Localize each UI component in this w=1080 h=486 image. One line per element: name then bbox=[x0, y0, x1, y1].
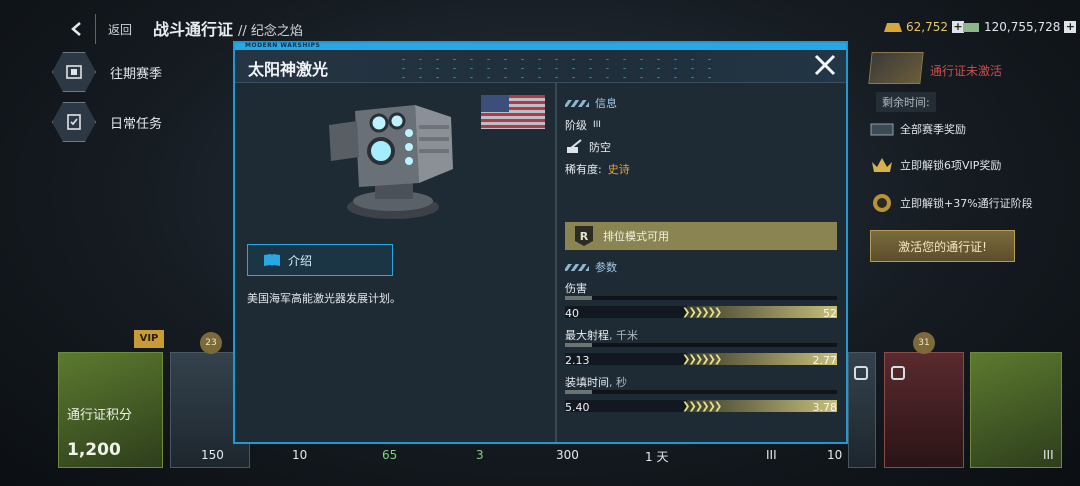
item-stats-panel: 信息 阶级 III 防空 稀有度: 史诗 R 排位模式可用 参数 伤害 ❯❯❯❯… bbox=[557, 83, 846, 442]
reward-value: III bbox=[766, 448, 777, 462]
activate-pass-button[interactable]: 激活您的通行证! bbox=[870, 230, 1015, 262]
page-subtitle: // 纪念之焰 bbox=[238, 24, 303, 39]
dialog-header: MODERN WARSHIPS 太阳神激光 bbox=[235, 42, 846, 83]
chevrons-icon: ❯❯❯❯❯❯ bbox=[682, 354, 722, 365]
back-label[interactable]: 返回 bbox=[108, 21, 132, 38]
level-badge: 23 bbox=[200, 332, 222, 354]
reward-value: 300 bbox=[556, 448, 579, 462]
daily-tasks-label: 日常任务 bbox=[110, 116, 163, 132]
item-detail-dialog: MODERN WARSHIPS 太阳神激光 介绍 美国海军高能激光器发展计划。 … bbox=[233, 41, 848, 444]
remaining-time-label: 剩余时间: bbox=[876, 92, 936, 112]
dialog-title: 太阳神激光 bbox=[248, 60, 329, 79]
param-base-value: 5.40 bbox=[565, 401, 590, 414]
brand-text: MODERN WARSHIPS bbox=[245, 42, 321, 49]
lock-icon bbox=[891, 366, 905, 380]
stripes-icon bbox=[565, 263, 589, 271]
brand-strip: MODERN WARSHIPS bbox=[235, 42, 846, 50]
param-track bbox=[565, 390, 837, 394]
back-button[interactable] bbox=[58, 14, 96, 44]
param-track bbox=[565, 343, 837, 347]
info-section-title: 信息 bbox=[595, 97, 617, 110]
params-section-title: 参数 bbox=[595, 261, 617, 274]
chevrons-icon: ❯❯❯❯❯❯ bbox=[682, 307, 722, 318]
past-seasons-label: 往期赛季 bbox=[110, 66, 163, 82]
level-badge: 31 bbox=[913, 332, 935, 354]
reward-label: 全部赛季奖励 bbox=[900, 123, 966, 136]
rarity-row: 稀有度: 史诗 bbox=[565, 161, 630, 177]
gold-amount: 62,752 bbox=[906, 20, 948, 34]
reward-value: III bbox=[1043, 448, 1054, 462]
archive-icon bbox=[52, 52, 96, 92]
ticket-icon bbox=[870, 123, 894, 136]
reward-vip: 立即解锁6项VIP奖励 bbox=[870, 154, 1001, 176]
reward-label: 立即解锁6项VIP奖励 bbox=[900, 159, 1002, 172]
sparkle-decoration bbox=[395, 55, 725, 79]
cash-amount: 120,755,728 bbox=[984, 20, 1061, 34]
chevron-left-icon bbox=[70, 22, 81, 36]
item-preview-panel: 介绍 美国海军高能激光器发展计划。 bbox=[235, 83, 555, 442]
usa-flag-icon bbox=[481, 95, 545, 129]
param-upgrade-bar: ❯❯❯❯❯❯ bbox=[565, 353, 837, 365]
reward-value: 3 bbox=[476, 448, 484, 462]
reward-all-season: 全部赛季奖励 bbox=[870, 118, 966, 140]
reward-value: 150 bbox=[201, 448, 224, 462]
item-description: 美国海军高能激光器发展计划。 bbox=[247, 292, 401, 305]
param-upgrade-bar: ❯❯❯❯❯❯ bbox=[565, 306, 837, 318]
gold-bar-icon bbox=[884, 23, 902, 32]
laser-turret-image bbox=[329, 105, 453, 219]
cash-icon bbox=[963, 23, 979, 32]
param-upgrade-bar: ❯❯❯❯❯❯ bbox=[565, 400, 837, 412]
badge-icon bbox=[873, 194, 891, 212]
param-upgraded-value: 2.77 bbox=[812, 354, 838, 367]
pass-status: 通行证未激活 bbox=[930, 64, 1003, 78]
daily-tasks-button[interactable]: 日常任务 bbox=[52, 102, 162, 142]
anti-air-icon bbox=[567, 139, 582, 153]
cash-currency: 120,755,728 + bbox=[962, 20, 1077, 34]
reward-value: 65 bbox=[382, 448, 398, 462]
param-label-reload: 装填时间, 秒 bbox=[565, 376, 627, 389]
type-value: 防空 bbox=[589, 141, 611, 154]
info-section-header: 信息 bbox=[565, 95, 617, 111]
reward-stages: 立即解锁+37%通行证阶段 bbox=[870, 192, 1033, 214]
ranked-mode-bar: R 排位模式可用 bbox=[565, 222, 837, 250]
param-label-damage: 伤害 bbox=[565, 282, 587, 295]
param-upgraded-value: 52 bbox=[823, 307, 837, 320]
ranked-mode-text: 排位模式可用 bbox=[603, 230, 669, 243]
page-title: 战斗通行证 bbox=[153, 20, 234, 39]
intro-tab[interactable]: 介绍 bbox=[247, 244, 393, 276]
vip-tag: VIP bbox=[134, 330, 164, 348]
chevrons-icon: ❯❯❯❯❯❯ bbox=[682, 401, 722, 412]
pass-panel: 通行证未激活 剩余时间: 全部赛季奖励 立即解锁6项VIP奖励 立即解锁+37%… bbox=[856, 46, 1080, 262]
reward-value: 10 bbox=[827, 448, 843, 462]
pass-points-value: 1,200 bbox=[67, 440, 121, 460]
param-base-value: 40 bbox=[565, 307, 579, 320]
checklist-icon bbox=[52, 102, 96, 142]
type-row: 防空 bbox=[565, 139, 611, 155]
param-base-value: 2.13 bbox=[565, 354, 590, 367]
reward-value: 1 天 bbox=[645, 450, 669, 464]
reward-label: 立即解锁+37%通行证阶段 bbox=[900, 197, 1033, 210]
rarity-label: 稀有度: bbox=[565, 163, 602, 176]
param-upgraded-value: 3.78 bbox=[812, 401, 838, 414]
gold-currency: 62,752 + bbox=[884, 20, 964, 34]
ranked-badge-icon: R bbox=[575, 226, 593, 246]
pass-points-label: 通行证积分 bbox=[67, 408, 133, 423]
tier-label: 阶级 bbox=[565, 119, 587, 132]
lock-icon bbox=[854, 366, 868, 380]
battle-pass-card-icon bbox=[868, 52, 924, 84]
tier-value: III bbox=[593, 120, 601, 130]
param-label-range: 最大射程, 千米 bbox=[565, 329, 638, 342]
tier-row: 阶级 III bbox=[565, 117, 601, 133]
stripes-icon bbox=[565, 99, 589, 107]
past-seasons-button[interactable]: 往期赛季 bbox=[52, 52, 162, 92]
params-section-header: 参数 bbox=[565, 259, 617, 275]
rarity-value: 史诗 bbox=[607, 163, 630, 176]
reward-value: 10 bbox=[292, 448, 308, 462]
book-icon bbox=[264, 254, 280, 266]
intro-tab-label: 介绍 bbox=[288, 253, 313, 268]
param-track bbox=[565, 296, 837, 300]
add-cash-button[interactable]: + bbox=[1064, 21, 1077, 33]
close-icon[interactable] bbox=[813, 53, 837, 77]
vip-crown-icon bbox=[872, 158, 892, 172]
